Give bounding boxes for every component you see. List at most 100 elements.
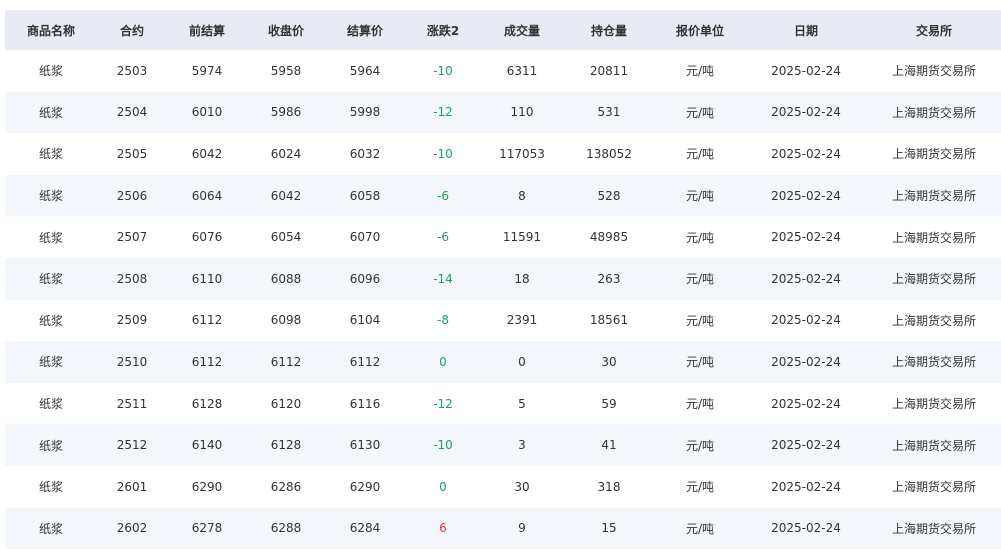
cell-change2: 0: [439, 479, 447, 494]
cell-contract: 2503: [116, 63, 148, 78]
cell-volume: 9: [518, 521, 526, 536]
cell-exchange: 上海期货交易所: [891, 147, 976, 162]
cell-volume: 5: [518, 396, 526, 411]
table-row[interactable]: 纸浆 2509 6112 6098 6104 -8 2391 18561 元/吨 2025-02-…: [5, 300, 1001, 342]
futures-table-container: 商品名称 合约 前结算 收盘价 结算价 涨跌2 成交量 持仓量 报价单位 日期 交易所 纸浆 2503…: [5, 10, 1001, 550]
cell-close-price: 5958: [270, 63, 302, 78]
cell-exchange: 上海期货交易所: [891, 313, 976, 328]
cell-change2: -12: [433, 105, 453, 120]
cell-close-price: 6042: [270, 188, 302, 203]
table-row[interactable]: 纸浆 2506 6064 6042 6058 -6 8 528 元/吨 2025-02-24 上海期…: [5, 174, 1001, 217]
table-row[interactable]: 纸浆 2602 6278 6288 6284 6 9 15 元/吨 2025-02-24 上海期货交…: [5, 507, 1001, 550]
cell-quote-unit: 元/吨: [685, 521, 715, 536]
cell-exchange: 上海期货交易所: [891, 189, 976, 204]
cell-date: 2025-02-24: [771, 396, 841, 411]
cell-volume: 117053: [499, 146, 545, 161]
cell-exchange: 上海期货交易所: [891, 355, 976, 370]
column-header-date[interactable]: 日期: [745, 10, 867, 50]
cell-quote-unit: 元/吨: [685, 147, 715, 162]
cell-change2: -12: [433, 396, 453, 411]
cell-contract: 2504: [116, 105, 148, 120]
column-header-close-price[interactable]: 收盘价: [247, 10, 325, 50]
cell-date: 2025-02-24: [771, 146, 841, 161]
cell-exchange: 上海期货交易所: [891, 438, 976, 453]
cell-prev-settle: 6112: [191, 313, 223, 328]
cell-product-name: 纸浆: [38, 64, 63, 79]
table-row[interactable]: 纸浆 2503 5974 5958 5964 -10 6311 20811 元/吨 2025-02…: [5, 50, 1001, 92]
cell-contract: 2511: [116, 396, 148, 411]
cell-exchange: 上海期货交易所: [891, 521, 976, 536]
cell-change2: 6: [439, 521, 447, 536]
cell-change2: -10: [433, 63, 453, 78]
cell-contract: 2507: [116, 230, 148, 245]
cell-settle-price: 6104: [349, 313, 381, 328]
cell-date: 2025-02-24: [771, 63, 841, 78]
cell-exchange: 上海期货交易所: [891, 272, 976, 287]
cell-quote-unit: 元/吨: [685, 105, 715, 120]
table-row[interactable]: 纸浆 2510 6112 6112 6112 0 0 30 元/吨 2025-02-24 上海期货交…: [5, 341, 1001, 383]
cell-open-interest: 138052: [586, 146, 632, 161]
cell-product-name: 纸浆: [38, 313, 63, 328]
cell-date: 2025-02-24: [771, 521, 841, 536]
cell-open-interest: 318: [597, 479, 621, 494]
cell-change2: -6: [437, 188, 449, 203]
cell-close-price: 6088: [270, 271, 302, 286]
cell-contract: 2512: [116, 438, 148, 453]
table-row[interactable]: 纸浆 2508 6110 6088 6096 -14 18 263 元/吨 2025-02-24 上…: [5, 257, 1001, 300]
column-header-product-name[interactable]: 商品名称: [5, 10, 97, 50]
cell-contract: 2506: [116, 188, 148, 203]
cell-exchange: 上海期货交易所: [891, 480, 976, 495]
cell-open-interest: 41: [601, 438, 617, 453]
table-row[interactable]: 纸浆 2601 6290 6286 6290 0 30 318 元/吨 2025-02-24 上海期…: [5, 466, 1001, 508]
cell-product-name: 纸浆: [38, 189, 63, 204]
cell-prev-settle: 6128: [191, 396, 223, 411]
table-row[interactable]: 纸浆 2505 6042 6024 6032 -10 117053 138052 元/吨 2025…: [5, 133, 1001, 175]
cell-open-interest: 15: [601, 521, 617, 536]
cell-change2: -10: [433, 146, 453, 161]
cell-open-interest: 528: [597, 188, 621, 203]
cell-exchange: 上海期货交易所: [891, 397, 976, 412]
table-body: 纸浆 2503 5974 5958 5964 -10 6311 20811 元/吨 2025-02…: [5, 50, 1001, 550]
cell-date: 2025-02-24: [771, 479, 841, 494]
column-header-open-interest[interactable]: 持仓量: [563, 10, 655, 50]
table-row[interactable]: 纸浆 2512 6140 6128 6130 -10 3 41 元/吨 2025-02-24 上海期…: [5, 424, 1001, 466]
cell-quote-unit: 元/吨: [685, 397, 715, 412]
cell-product-name: 纸浆: [38, 438, 63, 453]
cell-close-price: 5986: [270, 105, 302, 120]
table-row[interactable]: 纸浆 2507 6076 6054 6070 -6 11591 48985 元/吨 2025-02…: [5, 216, 1001, 258]
cell-settle-price: 5998: [349, 105, 381, 120]
cell-prev-settle: 6112: [191, 354, 223, 369]
cell-settle-price: 6130: [349, 438, 381, 453]
cell-settle-price: 6058: [349, 188, 381, 203]
cell-settle-price: 6116: [349, 396, 381, 411]
cell-date: 2025-02-24: [771, 354, 841, 369]
column-header-contract[interactable]: 合约: [97, 10, 167, 50]
column-header-prev-settle[interactable]: 前结算: [167, 10, 247, 50]
cell-close-price: 6286: [270, 479, 302, 494]
cell-settle-price: 6284: [349, 521, 381, 536]
cell-contract: 2508: [116, 271, 148, 286]
cell-product-name: 纸浆: [38, 355, 63, 370]
column-header-quote-unit[interactable]: 报价单位: [655, 10, 745, 50]
cell-volume: 30: [514, 479, 530, 494]
cell-open-interest: 30: [601, 354, 617, 369]
cell-quote-unit: 元/吨: [685, 355, 715, 370]
cell-close-price: 6128: [270, 438, 302, 453]
cell-change2: -10: [433, 438, 453, 453]
table-row[interactable]: 纸浆 2504 6010 5986 5998 -12 110 531 元/吨 2025-02-24…: [5, 91, 1001, 134]
table-row[interactable]: 纸浆 2511 6128 6120 6116 -12 5 59 元/吨 2025-02-24 上海期…: [5, 383, 1001, 425]
cell-prev-settle: 6110: [191, 271, 223, 286]
cell-change2: -6: [437, 230, 449, 245]
cell-settle-price: 6290: [349, 479, 381, 494]
cell-settle-price: 6032: [349, 146, 381, 161]
cell-prev-settle: 6140: [191, 438, 223, 453]
cell-change2: -8: [437, 313, 449, 328]
column-header-change2[interactable]: 涨跌2: [405, 10, 481, 50]
column-header-settle-price[interactable]: 结算价: [325, 10, 405, 50]
cell-product-name: 纸浆: [38, 230, 63, 245]
cell-product-name: 纸浆: [38, 521, 63, 536]
cell-contract: 2601: [116, 479, 148, 494]
column-header-volume[interactable]: 成交量: [481, 10, 563, 50]
column-header-exchange[interactable]: 交易所: [867, 10, 1001, 50]
cell-close-price: 6288: [270, 521, 302, 536]
